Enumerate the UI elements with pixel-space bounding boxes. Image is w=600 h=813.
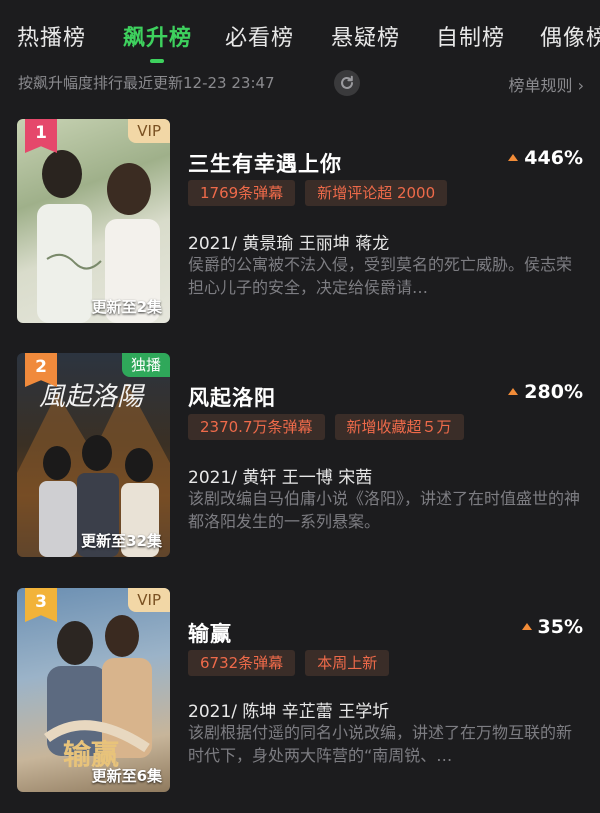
poster-image[interactable]: 输赢 3 VIP 更新至6集 [17,588,170,792]
vip-tag: VIP [128,119,170,143]
tab-must-watch[interactable]: 必看榜 [225,24,294,54]
synopsis: 该剧根据付遥的同名小说改编，讲述了在万物互联的新时代下，身处两大阵营的“南周锐、… [188,723,573,765]
active-tab-indicator [150,59,164,63]
tab-original[interactable]: 自制榜 [436,24,505,54]
tab-hot[interactable]: 热播榜 [17,24,86,54]
show-title[interactable]: 风起洛阳 [188,382,276,412]
episode-update: 更新至6集 [91,767,162,785]
badge-row: 2370.7万条弹幕 新增收藏超５万 [188,414,474,442]
synopsis: 该剧改编自马伯庸小说《洛阳》，讲述了在时值盛世的神都洛阳发生的一系列悬案。 [188,489,581,531]
danmaku-count-badge: 6732条弹幕 [188,650,296,676]
year-cast: 2021/ 黄景瑜 王丽坤 蒋龙 [188,234,390,254]
svg-text:風起洛陽: 風起洛陽 [39,382,146,412]
refresh-icon[interactable] [334,70,360,96]
show-title[interactable]: 三生有幸遇上你 [188,148,342,178]
ranking-description: 按飙升幅度排行最近更新12-23 23:47 [18,74,275,92]
badge-row: 6732条弹幕 本周上新 [188,650,399,678]
category-tabs: 热播榜 飙升榜 必看榜 悬疑榜 自制榜 偶像榜 [0,0,600,64]
tab-suspense[interactable]: 悬疑榜 [331,24,400,54]
danmaku-count-badge: 1769条弹幕 [188,180,296,206]
rise-percentage: 280% [508,381,583,403]
synopsis: 侯爵的公寓被不法入侵，受到莫名的死亡威胁。侯志荣担心儿子的安全，决定给侯爵请… [188,255,573,297]
up-arrow-icon [508,154,519,161]
poster-image[interactable]: 1 VIP 更新至2集 [17,119,170,323]
highlight-badge: 新增评论超 2000 [305,180,448,206]
up-arrow-icon [521,623,532,630]
poster-art: 風起洛陽 [17,382,170,557]
ranking-rules-link[interactable]: 榜单规则 › [509,72,585,96]
year-cast: 2021/ 黄轩 王一博 宋茜 [188,468,373,488]
rise-value: 446% [524,147,583,169]
ranking-item[interactable]: 1 VIP 更新至2集 三生有幸遇上你 446% 1769条弹幕 新增评论超 20… [17,119,583,324]
show-title[interactable]: 输赢 [188,618,232,648]
highlight-badge: 本周上新 [305,650,390,676]
exclusive-tag: 独播 [121,353,170,377]
badge-row: 1769条弹幕 新增评论超 2000 [188,180,457,208]
episode-update: 更新至32集 [81,532,162,550]
rise-value: 35% [537,616,583,638]
highlight-badge: 新增收藏超５万 [334,414,464,440]
tab-rising[interactable]: 飙升榜 [123,24,192,54]
rise-percentage: 35% [521,616,583,638]
ranking-info-bar: 按飙升幅度排行最近更新12-23 23:47 榜单规则 › [18,68,584,98]
year-cast: 2021/ 陈坤 辛芷蕾 王学圻 [188,702,390,722]
poster-image[interactable]: 風起洛陽 2 独播 更新至32集 [17,353,170,557]
tab-idol[interactable]: 偶像榜 [540,24,600,54]
poster-art [37,150,160,323]
episode-update: 更新至2集 [91,298,162,316]
ranking-item[interactable]: 输赢 3 VIP 更新至6集 输赢 35% 6732条弹幕 本周上新 2021/ … [17,588,583,793]
up-arrow-icon [508,388,519,395]
vip-tag: VIP [128,588,170,612]
rise-percentage: 446% [508,147,583,169]
rise-value: 280% [524,381,583,403]
ranking-item[interactable]: 風起洛陽 2 独播 更新至32集 风起洛阳 280% 2370.7万条弹幕 新增收… [17,353,583,558]
poster-art: 输赢 [44,615,152,771]
danmaku-count-badge: 2370.7万条弹幕 [188,414,325,440]
